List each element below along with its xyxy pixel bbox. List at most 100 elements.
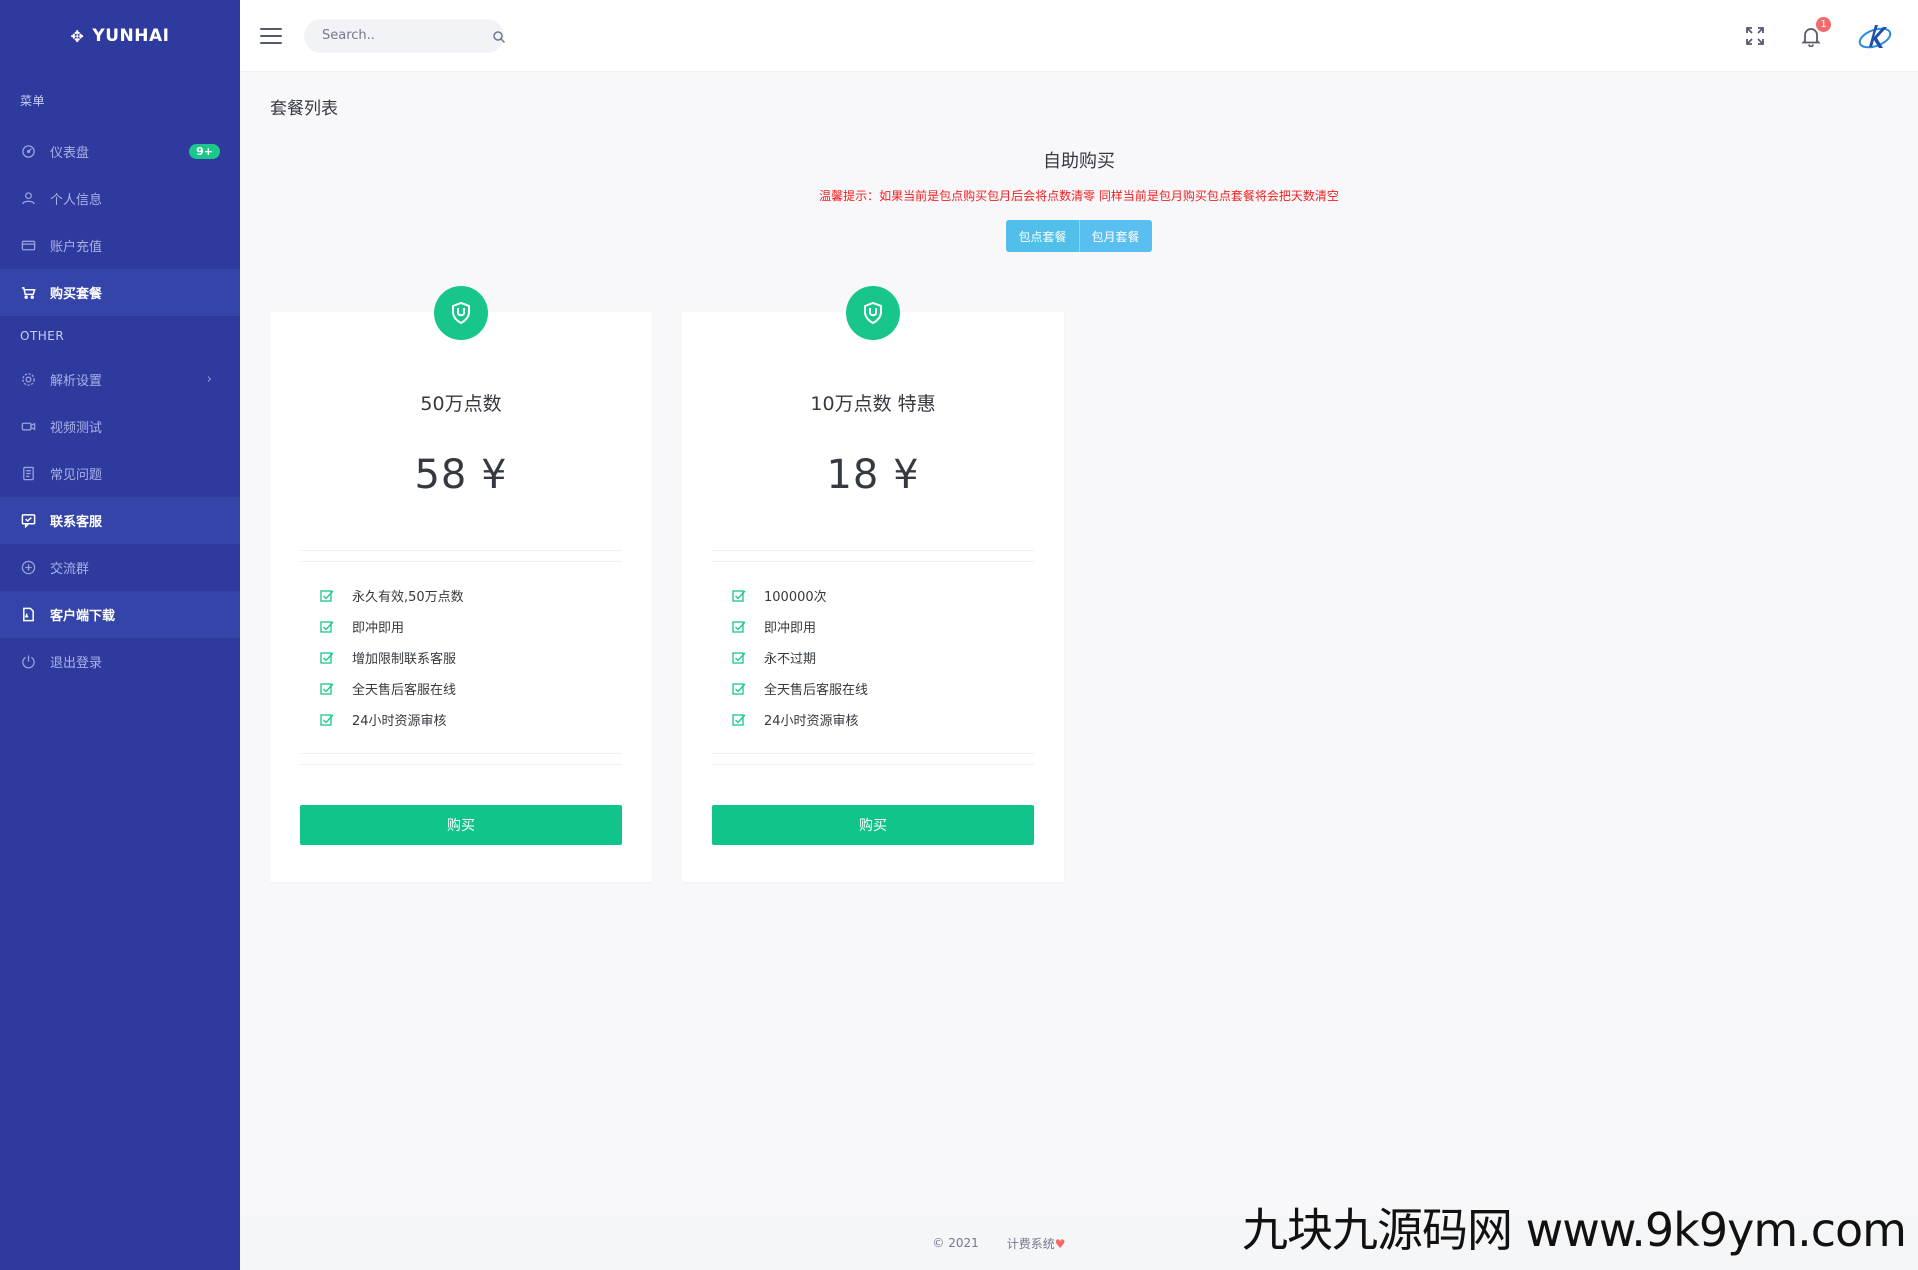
checkbox-check-icon	[320, 589, 334, 603]
feature-item: 永久有效,50万点数	[320, 580, 652, 611]
card-icon	[20, 238, 36, 254]
chevron-right-icon: ›	[206, 372, 212, 387]
feature-item: 24小时资源审核	[732, 704, 1064, 735]
buy-button[interactable]: 购买	[300, 805, 622, 845]
bell-icon[interactable]: 1	[1800, 17, 1831, 48]
sidebar-item-dashboard[interactable]: 仪表盘 9+	[0, 128, 240, 175]
checkbox-check-icon	[732, 589, 746, 603]
sidebar-item-profile[interactable]: 个人信息	[0, 175, 240, 222]
sidebar: ✥ YUNHAI 菜单 仪表盘 9+ 个人信息 账户充值 购买套餐 OTHER …	[0, 0, 240, 1270]
sidebar-item-contact-support[interactable]: 联系客服	[0, 497, 240, 544]
cart-icon	[20, 285, 36, 301]
avatar[interactable]	[1856, 17, 1894, 55]
settings-icon	[20, 372, 36, 388]
feature-text: 全天售后客服在线	[764, 683, 869, 698]
watermark: 九块九源码网 www.9k9ym.com	[1242, 1203, 1907, 1257]
brand-logo[interactable]: ✥ YUNHAI	[0, 0, 240, 72]
sidebar-item-label: 客户端下载	[50, 609, 116, 624]
search-box	[304, 18, 506, 53]
page-title: 套餐列表	[270, 99, 338, 119]
plan-card: 50万点数 58 ¥ 永久有效,50万点数 即冲即用 增加限制联系客服 全天售后…	[270, 286, 652, 882]
warning-tip: 温馨提示：如果当前是包点购买包月后会将点数清零 同样当前是包月购买包点套餐将会把…	[819, 189, 1339, 203]
shield-icon	[434, 286, 488, 340]
feature-text: 永久有效,50万点数	[352, 590, 464, 605]
sidebar-item-label: 交流群	[50, 562, 90, 577]
divider	[712, 550, 1034, 562]
dashboard-icon	[20, 144, 36, 160]
tab-points-package[interactable]: 包点套餐	[1006, 220, 1079, 252]
plan-price: 58 ¥	[414, 452, 508, 498]
fullscreen-icon[interactable]	[1744, 25, 1766, 47]
sidebar-item-group[interactable]: 交流群	[0, 544, 240, 591]
plan-price: 18 ¥	[826, 452, 920, 498]
dashboard-badge: 9+	[189, 144, 220, 159]
feature-item: 全天售后客服在线	[732, 673, 1064, 704]
feature-item: 即冲即用	[732, 611, 1064, 642]
sidebar-item-recharge[interactable]: 账户充值	[0, 222, 240, 269]
feature-text: 24小时资源审核	[352, 714, 447, 729]
buy-button[interactable]: 购买	[712, 805, 1034, 845]
power-icon	[20, 654, 36, 670]
feature-item: 永不过期	[732, 642, 1064, 673]
sidebar-item-video-test[interactable]: 视频测试	[0, 403, 240, 450]
other-section-title: OTHER	[20, 329, 65, 343]
divider	[300, 550, 622, 562]
sidebar-item-label: 退出登录	[50, 656, 103, 671]
sidebar-item-client-download[interactable]: 客户端下载	[0, 591, 240, 638]
search-input[interactable]	[322, 28, 492, 43]
topbar: 1	[240, 0, 1918, 72]
sidebar-item-faq[interactable]: 常见问题	[0, 450, 240, 497]
chat-icon	[20, 513, 36, 529]
divider	[712, 753, 1034, 765]
sidebar-item-logout[interactable]: 退出登录	[0, 638, 240, 685]
search-icon[interactable]	[492, 29, 506, 43]
plan-name: 50万点数	[420, 393, 502, 415]
feature-text: 全天售后客服在线	[352, 683, 457, 698]
buy-header: 自助购买 温馨提示：如果当前是包点购买包月后会将点数清零 同样当前是包月购买包点…	[270, 147, 1888, 252]
buy-title: 自助购买	[1043, 151, 1115, 172]
menu-toggle-icon[interactable]	[260, 27, 282, 44]
sidebar-item-label: 购买套餐	[50, 287, 103, 302]
document-icon	[20, 466, 36, 482]
brand-name: YUNHAI	[92, 26, 170, 46]
sidebar-item-buy-package[interactable]: 购买套餐	[0, 269, 240, 316]
sidebar-item-label: 联系客服	[50, 515, 103, 530]
heart-icon: ♥	[1054, 1236, 1066, 1251]
notification-badge: 1	[1816, 17, 1831, 32]
plan-cards: 50万点数 58 ¥ 永久有效,50万点数 即冲即用 增加限制联系客服 全天售后…	[270, 286, 1888, 882]
feature-text: 100000次	[764, 590, 827, 605]
feature-item: 24小时资源审核	[320, 704, 652, 735]
checkbox-check-icon	[320, 651, 334, 665]
sidebar-item-label: 账户充值	[50, 240, 103, 255]
tab-monthly-package[interactable]: 包月套餐	[1078, 220, 1152, 252]
sidebar-item-label: 解析设置	[50, 374, 103, 389]
plan-card: 10万点数 特惠 18 ¥ 100000次 即冲即用 永不过期 全天售后客服在线…	[682, 286, 1064, 882]
video-icon	[20, 419, 36, 435]
checkbox-check-icon	[732, 620, 746, 634]
feature-item: 增加限制联系客服	[320, 642, 652, 673]
checkbox-check-icon	[320, 713, 334, 727]
copyright: © 2021	[932, 1236, 979, 1250]
feature-text: 永不过期	[764, 652, 817, 667]
menu-section-title: 菜单	[20, 93, 46, 108]
download-icon	[20, 607, 36, 623]
sidebar-item-label: 视频测试	[50, 421, 103, 436]
footer-system-text: 计费系统	[1006, 1236, 1055, 1251]
checkbox-check-icon	[320, 682, 334, 696]
feature-item: 100000次	[732, 580, 1064, 611]
feature-text: 增加限制联系客服	[352, 652, 457, 667]
feature-text: 24小时资源审核	[764, 714, 859, 729]
divider	[300, 753, 622, 765]
sidebar-item-label: 仪表盘	[50, 146, 90, 161]
package-type-toggle: 包点套餐 包月套餐	[1006, 220, 1152, 252]
checkbox-check-icon	[732, 713, 746, 727]
avatar-logo-icon	[1858, 25, 1892, 49]
sidebar-item-parse-settings[interactable]: 解析设置 ›	[0, 356, 240, 403]
footer-system: 计费系统♥	[1007, 1235, 1066, 1252]
checkbox-check-icon	[732, 682, 746, 696]
feature-item: 即冲即用	[320, 611, 652, 642]
sidebar-item-label: 个人信息	[50, 193, 103, 208]
group-icon	[20, 560, 36, 576]
feature-item: 全天售后客服在线	[320, 673, 652, 704]
checkbox-check-icon	[732, 651, 746, 665]
